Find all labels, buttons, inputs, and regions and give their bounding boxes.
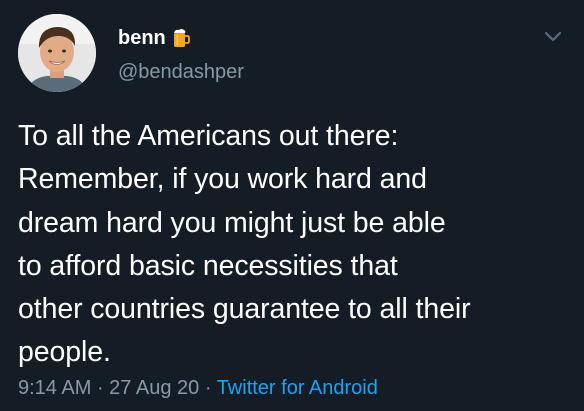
meta-separator: · — [199, 377, 217, 399]
chevron-down-icon[interactable] — [541, 28, 565, 46]
tweet-meta: 9:14 AM · 27 Aug 20 · Twitter for Androi… — [18, 376, 378, 400]
avatar-photo — [18, 14, 96, 92]
tweet-text: To all the Americans out there: Remember… — [18, 120, 471, 369]
author-handle[interactable]: @bendashper — [118, 60, 244, 84]
tweet-date: 27 Aug 20 — [109, 377, 200, 399]
avatar[interactable] — [18, 14, 96, 92]
author-name-row[interactable]: benn — [118, 26, 190, 50]
author-display-name[interactable]: benn — [118, 26, 166, 50]
tweet-time: 9:14 AM — [18, 377, 92, 399]
meta-separator: · — [91, 377, 110, 399]
tweet-source-link[interactable]: Twitter for Android — [217, 377, 378, 399]
tweet-card: benn @bendashper To all the Americans ou… — [0, 0, 584, 411]
beer-mug-icon — [173, 29, 190, 47]
